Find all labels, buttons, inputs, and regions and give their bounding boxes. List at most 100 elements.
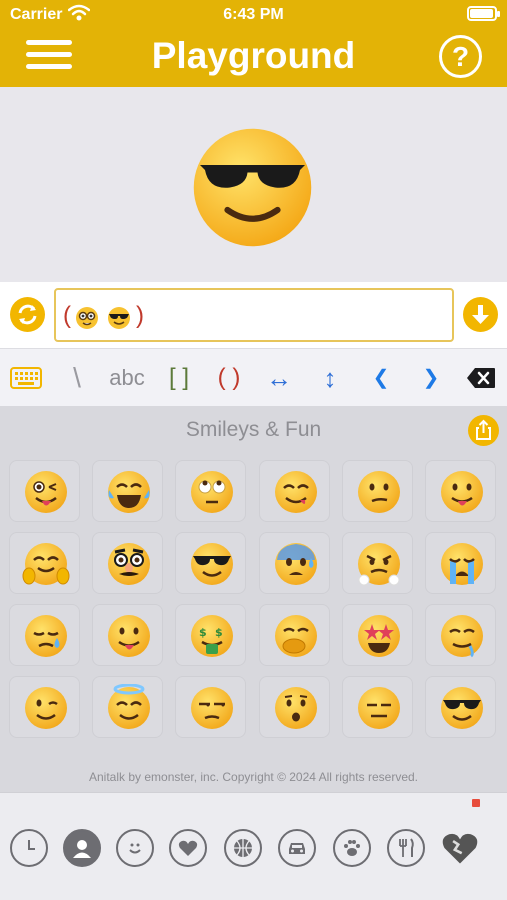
- download-button[interactable]: [463, 297, 498, 332]
- panel-title: Smileys & Fun: [185, 418, 322, 441]
- emoji-cell[interactable]: [425, 604, 496, 666]
- category-animated[interactable]: [441, 829, 479, 867]
- emoji-cell[interactable]: [342, 460, 413, 522]
- smiley-icon: [129, 843, 141, 854]
- animated-heart-icon: [442, 833, 478, 864]
- smiling-face-with-sunglasses-emoji: [191, 543, 233, 585]
- emoji-cell[interactable]: [425, 676, 496, 738]
- backspace-icon: [467, 368, 495, 388]
- face-with-tongue-emoji: [441, 471, 483, 513]
- category-recent[interactable]: [10, 829, 48, 867]
- refresh-icon: [18, 304, 37, 325]
- keyboard-button[interactable]: [6, 349, 46, 407]
- drooling-face-emoji: [441, 615, 483, 658]
- emoji-cell[interactable]: [92, 460, 163, 522]
- brackets-button[interactable]: [ ]: [160, 349, 198, 407]
- vertical-arrows-button[interactable]: ↕: [313, 349, 347, 407]
- emoji-cell[interactable]: [425, 532, 496, 594]
- emoji-cell[interactable]: [175, 676, 246, 738]
- emoji-cell[interactable]: [342, 676, 413, 738]
- left-chevron-button[interactable]: ❮: [368, 349, 394, 407]
- emoji-cell[interactable]: [259, 604, 330, 666]
- symbol-toolbar: \ abc [ ] ( ) ↔ ↕ ❮ ❯: [0, 348, 507, 406]
- share-button[interactable]: [468, 415, 499, 446]
- emoji-panel: Smileys & Fun $ $ Anitalk by emonster, in…: [0, 406, 507, 792]
- face-with-tears-of-joy-emoji: [108, 471, 150, 513]
- face-with-hand-over-mouth-emoji: [275, 615, 317, 657]
- emoji-cell[interactable]: [92, 604, 163, 666]
- recent-clock-icon: [28, 840, 35, 850]
- heart-icon: [178, 840, 198, 856]
- emoji-cell[interactable]: [9, 460, 80, 522]
- loudly-crying-face-emoji: [441, 543, 483, 585]
- parens-button[interactable]: ( ): [210, 349, 248, 407]
- keyboard-icon: [10, 367, 42, 389]
- nerd-face-emoji: [76, 307, 98, 329]
- star-struck-emoji: [358, 615, 400, 657]
- emoji-cell[interactable]: [259, 460, 330, 522]
- lock-icon: [472, 799, 480, 807]
- confused-face-emoji: [358, 471, 400, 513]
- emoji-cell[interactable]: [92, 676, 163, 738]
- expression-field[interactable]: ( ): [54, 288, 454, 342]
- sports-ball-icon: [234, 839, 252, 857]
- sunglasses-face-emoji: [108, 307, 130, 329]
- emoji-cell[interactable]: [259, 532, 330, 594]
- category-people[interactable]: [63, 829, 101, 867]
- category-travel[interactable]: [278, 829, 316, 867]
- category-love[interactable]: [169, 829, 207, 867]
- category-sports[interactable]: [224, 829, 262, 867]
- svg-text:$: $: [199, 626, 207, 639]
- right-chevron-button[interactable]: ❯: [418, 349, 444, 407]
- smiling-face-with-sunglasses-emoji: [441, 687, 483, 729]
- emoji-cell[interactable]: [175, 460, 246, 522]
- help-button[interactable]: ?: [439, 35, 482, 78]
- copyright-text: Anitalk by emonster, inc. Copyright © 20…: [89, 770, 418, 784]
- hushed-face-emoji: [275, 687, 317, 729]
- expression-input-row: ( ): [0, 282, 507, 348]
- refresh-button[interactable]: [10, 297, 45, 332]
- car-icon: [289, 843, 305, 854]
- horizontal-arrows-button[interactable]: ↔: [262, 349, 296, 407]
- status-bar: Carrier 6:43 PM: [0, 0, 507, 30]
- app-header: Carrier 6:43 PM Playground ?: [0, 0, 507, 87]
- unamused-face-emoji: [191, 687, 233, 729]
- battery-icon: [467, 6, 500, 21]
- emoji-preview: [0, 87, 507, 282]
- anxious-face-with-sweat-emoji: [275, 543, 317, 585]
- category-food[interactable]: [387, 829, 425, 867]
- expressionless-face-emoji: [358, 687, 400, 729]
- disguised-face-emoji: [108, 543, 150, 585]
- fork-knife-icon: [399, 838, 414, 857]
- delete-button[interactable]: [462, 349, 500, 407]
- backslash-button[interactable]: \: [62, 349, 92, 407]
- emoji-cell[interactable]: [342, 604, 413, 666]
- smiling-face-with-halo-emoji: [108, 684, 150, 729]
- abc-button[interactable]: abc: [102, 349, 152, 407]
- winking-face-emoji: [25, 687, 67, 729]
- emoji-cell[interactable]: [342, 532, 413, 594]
- emoji-cell[interactable]: [9, 532, 80, 594]
- emoji-cell[interactable]: [9, 676, 80, 738]
- emoji-cell[interactable]: [92, 532, 163, 594]
- emoji-cell[interactable]: [259, 676, 330, 738]
- category-smileys[interactable]: [116, 829, 154, 867]
- open-paren: (: [63, 302, 71, 329]
- emoji-cell[interactable]: [9, 604, 80, 666]
- category-animals[interactable]: [333, 829, 371, 867]
- emoji-cell[interactable]: [425, 460, 496, 522]
- face-with-steam-from-nose-emoji: [358, 543, 400, 586]
- share-icon: [476, 419, 491, 440]
- download-arrow-icon: [472, 305, 489, 324]
- face-with-tongue-emoji: [108, 615, 150, 657]
- face-savoring-food-emoji: [275, 471, 317, 513]
- paw-icon: [344, 840, 360, 856]
- hugging-face-emoji: [22, 543, 70, 585]
- sad-but-relieved-face-emoji: [25, 615, 67, 657]
- person-icon: [73, 840, 91, 858]
- category-bar: [0, 792, 507, 900]
- emoji-cell[interactable]: [175, 532, 246, 594]
- money-mouth-face-emoji: $ $: [191, 615, 233, 657]
- sunglasses-face-emoji: [193, 128, 312, 247]
- emoji-cell[interactable]: $ $: [175, 604, 246, 666]
